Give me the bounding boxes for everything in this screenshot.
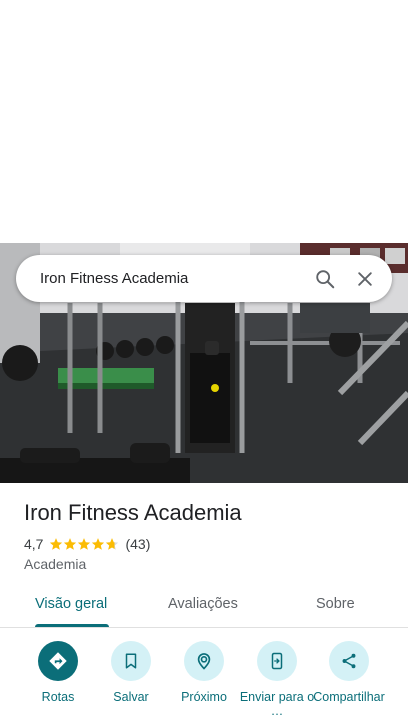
place-title: Iron Fitness Academia bbox=[24, 500, 242, 525]
tab-bar: Visão geral Avaliações Sobre bbox=[0, 584, 408, 628]
directions-button[interactable]: Rotas bbox=[18, 641, 98, 704]
directions-label: Rotas bbox=[41, 690, 75, 704]
place-page: Iron Fitness Academia Iron Fitness Acade… bbox=[0, 0, 408, 726]
share-label: Compartilhar bbox=[313, 690, 385, 704]
search-button[interactable] bbox=[312, 266, 338, 292]
directions-icon bbox=[49, 652, 67, 670]
place-category: Academia bbox=[24, 556, 87, 572]
close-icon bbox=[358, 271, 372, 286]
tab-about[interactable]: Sobre bbox=[316, 596, 355, 612]
send-to-phone-button-circle[interactable] bbox=[257, 641, 297, 681]
active-tab-indicator bbox=[35, 624, 109, 627]
star-half-icon bbox=[106, 538, 119, 550]
star-icon bbox=[92, 538, 105, 550]
search-bar[interactable]: Iron Fitness Academia bbox=[16, 255, 392, 302]
star-icon bbox=[78, 538, 91, 550]
share-icon bbox=[342, 653, 356, 669]
star-icon bbox=[50, 538, 63, 550]
bookmark-icon bbox=[125, 653, 137, 669]
share-button-circle[interactable] bbox=[329, 641, 369, 681]
directions-button-circle[interactable] bbox=[38, 641, 78, 681]
action-bar: Rotas Salvar Próximo Enviar para o … Com… bbox=[0, 641, 408, 726]
review-count: (43) bbox=[125, 536, 151, 552]
nearby-icon bbox=[197, 653, 211, 670]
rating-row[interactable]: 4,7 (43) bbox=[24, 535, 150, 553]
share-button[interactable]: Compartilhar bbox=[309, 641, 389, 704]
search-icon bbox=[316, 269, 335, 288]
rating-stars bbox=[49, 537, 119, 551]
clear-search-button[interactable] bbox=[352, 266, 378, 292]
tab-reviews[interactable]: Avaliações bbox=[168, 596, 238, 612]
tab-overview[interactable]: Visão geral bbox=[35, 596, 107, 612]
star-icon bbox=[64, 538, 77, 550]
send-to-phone-icon bbox=[271, 652, 283, 670]
save-button[interactable]: Salvar bbox=[91, 641, 171, 704]
nearby-label: Próximo bbox=[181, 690, 227, 704]
save-button-circle[interactable] bbox=[111, 641, 151, 681]
nearby-button[interactable]: Próximo bbox=[164, 641, 244, 704]
nearby-button-circle[interactable] bbox=[184, 641, 224, 681]
send-to-phone-label: Enviar para o … bbox=[239, 690, 315, 718]
send-to-phone-button[interactable]: Enviar para o … bbox=[237, 641, 317, 718]
save-label: Salvar bbox=[113, 690, 149, 704]
rating-value: 4,7 bbox=[24, 536, 44, 552]
search-query[interactable]: Iron Fitness Academia bbox=[16, 270, 312, 287]
